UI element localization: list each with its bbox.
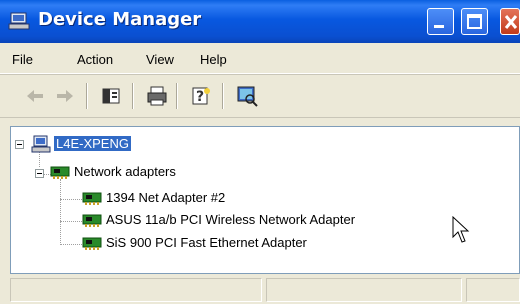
device-tree[interactable]: L4E-XPENG Network adapters 1394 Net Adap…: [10, 126, 520, 274]
network-adapter-icon: [82, 214, 102, 227]
scan-hardware-icon[interactable]: [236, 85, 258, 107]
maximize-icon: [467, 14, 482, 29]
menu-help[interactable]: Help: [200, 52, 227, 67]
device-label: ASUS 11a/b PCI Wireless Network Adapter: [106, 212, 356, 227]
tree-collapse-computer[interactable]: [15, 140, 24, 149]
svg-text:?: ?: [196, 89, 204, 105]
network-adapter-icon: [50, 166, 70, 179]
tree-collapse-network-adapters[interactable]: [35, 169, 44, 178]
forward-icon[interactable]: [54, 85, 76, 107]
properties-icon[interactable]: [100, 85, 122, 107]
device-label: SiS 900 PCI Fast Ethernet Adapter: [106, 235, 307, 250]
help-icon[interactable]: ?: [190, 85, 212, 107]
close-icon: [504, 15, 518, 29]
menu-bar: File Action View Help: [0, 43, 520, 74]
print-icon[interactable]: [146, 85, 168, 107]
back-icon[interactable]: [24, 85, 46, 107]
toolbar-separator: [176, 83, 178, 109]
minimize-button[interactable]: [427, 8, 454, 35]
tree-line: [60, 199, 82, 201]
menu-file[interactable]: File: [12, 52, 33, 67]
computer-name: L4E-XPENG: [54, 136, 131, 151]
network-adapter-icon: [82, 237, 102, 250]
window-title: Device Manager: [38, 9, 202, 30]
menu-view[interactable]: View: [146, 52, 174, 67]
tree-line: [60, 244, 82, 246]
close-button[interactable]: [500, 8, 520, 35]
title-bar[interactable]: Device Manager: [0, 0, 520, 43]
minimize-icon: [434, 25, 444, 28]
category-label: Network adapters: [74, 164, 176, 179]
toolbar-separator: [132, 83, 134, 109]
status-bar: [10, 276, 520, 304]
status-pane: [466, 278, 520, 302]
tree-line: [60, 179, 62, 245]
device-label: 1394 Net Adapter #2: [106, 190, 226, 205]
maximize-button[interactable]: [461, 8, 488, 35]
device-manager-icon: [8, 12, 30, 30]
toolbar: ?: [0, 74, 520, 118]
mouse-cursor-icon: [452, 216, 470, 243]
tree-line: [60, 221, 82, 223]
network-adapter-icon: [82, 192, 102, 205]
toolbar-separator: [86, 83, 88, 109]
status-pane: [266, 278, 462, 302]
computer-icon: [31, 135, 51, 153]
status-pane: [10, 278, 262, 302]
menu-action[interactable]: Action: [77, 52, 113, 67]
toolbar-separator: [222, 83, 224, 109]
